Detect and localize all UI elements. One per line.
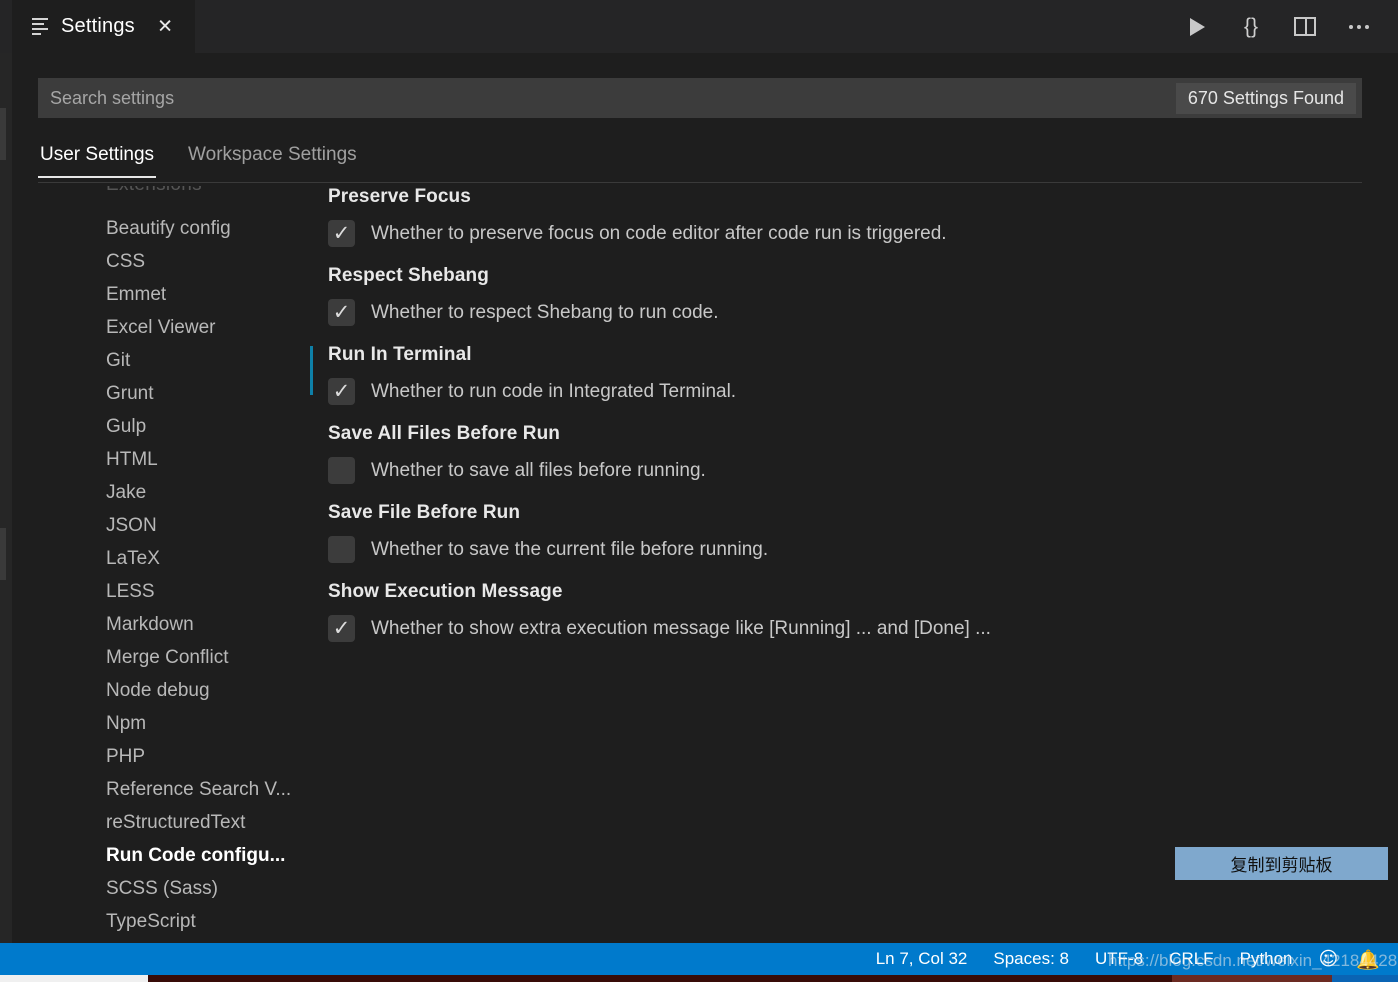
taskbar-segment: [1332, 975, 1398, 982]
settings-list[interactable]: Preserve Focus ✓ Whether to preserve focus…: [310, 186, 1370, 943]
setting-item: Show Execution Message ✓ Whether to show e…: [310, 581, 1370, 642]
sidebar-item[interactable]: TypeScript: [12, 905, 309, 938]
setting-title: Preserve Focus: [328, 186, 471, 207]
setting-title: Save All Files Before Run: [328, 423, 560, 444]
ellipsis-icon: [1349, 24, 1369, 29]
sidebar-item[interactable]: LaTeX: [12, 542, 309, 575]
check-icon: ✓: [332, 300, 351, 324]
tab-workspace-settings[interactable]: Workspace Settings: [186, 138, 359, 178]
setting-checkbox[interactable]: ✓: [328, 457, 355, 484]
os-taskbar: [0, 975, 1398, 982]
smiley-feedback-icon[interactable]: ☺: [1319, 948, 1339, 970]
setting-row: ✓ Whether to preserve focus on code edito…: [328, 220, 1370, 247]
split-editor-icon: [1294, 17, 1316, 36]
sidebar-item[interactable]: Jake: [12, 476, 309, 509]
setting-description: Whether to preserve focus on code editor…: [371, 222, 947, 244]
play-icon: [1189, 17, 1205, 36]
check-icon: ✓: [332, 616, 351, 640]
open-json-settings-button[interactable]: {}: [1236, 12, 1266, 42]
sidebar-item[interactable]: Grunt: [12, 377, 309, 410]
setting-item: Respect Shebang ✓ Whether to respect Sheba…: [310, 265, 1370, 326]
editor-tab-label: Settings: [61, 15, 135, 37]
status-language-mode[interactable]: Python: [1240, 949, 1293, 969]
setting-checkbox[interactable]: ✓: [328, 299, 355, 326]
editor-tab-settings[interactable]: Settings ✕: [12, 0, 195, 53]
sidebar-item[interactable]: Gulp: [12, 410, 309, 443]
setting-row: ✓ Whether to save the current file before…: [328, 536, 1370, 563]
setting-title: Save File Before Run: [328, 502, 521, 523]
setting-checkbox[interactable]: ✓: [328, 378, 355, 405]
setting-description: Whether to show extra execution message …: [371, 617, 991, 639]
search-input[interactable]: [38, 78, 1176, 118]
sidebar-item[interactable]: CSS: [12, 245, 309, 278]
settings-window: Settings ✕ {} 670 Settings Found U: [0, 0, 1398, 982]
setting-row: ✓ Whether to save all files before runnin…: [328, 457, 1370, 484]
sidebar-item[interactable]: Npm: [12, 707, 309, 740]
sidebar-item[interactable]: Beautify config: [12, 212, 309, 245]
sidebar-item[interactable]: Node debug: [12, 674, 309, 707]
settings-list-icon: [32, 18, 50, 36]
setting-description: Whether to respect Shebang to run code.: [371, 301, 719, 323]
close-icon[interactable]: ✕: [157, 17, 173, 36]
setting-title: Respect Shebang: [328, 265, 489, 286]
sidebar-item[interactable]: SCSS (Sass): [12, 872, 309, 905]
sidebar-item[interactable]: reStructuredText: [12, 806, 309, 839]
activity-bar-indicator: [0, 108, 6, 160]
sidebar-item[interactable]: Excel Viewer: [12, 311, 309, 344]
setting-item: Save All Files Before Run ✓ Whether to sav…: [310, 423, 1370, 484]
status-bar: Ln 7, Col 32 Spaces: 8 UTF-8 CRLF Python…: [0, 943, 1398, 975]
search-bar: 670 Settings Found: [38, 78, 1362, 118]
status-indentation[interactable]: Spaces: 8: [993, 949, 1069, 969]
check-icon: ✓: [332, 221, 351, 245]
sidebar-item[interactable]: PHP: [12, 740, 309, 773]
setting-description: Whether to run code in Integrated Termin…: [371, 380, 737, 402]
setting-item: Preserve Focus ✓ Whether to preserve focus…: [310, 186, 1370, 247]
sidebar-item[interactable]: Merge Conflict: [12, 641, 309, 674]
sidebar-item[interactable]: Markdown: [12, 608, 309, 641]
split-editor-button[interactable]: [1290, 12, 1320, 42]
status-cursor-position[interactable]: Ln 7, Col 32: [876, 949, 968, 969]
activity-bar: [0, 0, 12, 943]
sidebar-item[interactable]: Reference Search V...: [12, 773, 309, 806]
sidebar-item[interactable]: Run Code configu...: [12, 839, 309, 872]
sidebar-group-label: Extensions: [106, 186, 202, 196]
setting-item: Save File Before Run ✓ Whether to save the…: [310, 502, 1370, 563]
setting-row: ✓ Whether to show extra execution message…: [328, 615, 1370, 642]
setting-title: Run In Terminal: [328, 344, 472, 365]
more-actions-button[interactable]: [1344, 12, 1374, 42]
status-line-ending[interactable]: CRLF: [1169, 949, 1213, 969]
check-icon: ✓: [332, 379, 351, 403]
taskbar-segment: [1172, 975, 1332, 982]
sidebar-list: Beautify config CSS Emmet Excel Viewer Git Gr…: [12, 212, 309, 938]
setting-item: Run In Terminal ✓ Whether to run code in I…: [310, 344, 1370, 405]
run-code-button[interactable]: [1182, 12, 1212, 42]
sidebar-item[interactable]: LESS: [12, 575, 309, 608]
settings-scope-tabs: User Settings Workspace Settings: [38, 138, 1362, 183]
setting-title: Show Execution Message: [328, 581, 563, 602]
settings-found-badge: 670 Settings Found: [1175, 82, 1356, 114]
editor-actions: {}: [1182, 0, 1388, 53]
sidebar-item[interactable]: JSON: [12, 509, 309, 542]
bell-notifications-icon[interactable]: 🔔: [1356, 948, 1380, 971]
settings-category-sidebar[interactable]: Extensions Beautify configCSSEmmetExcel …: [12, 186, 309, 943]
setting-checkbox[interactable]: ✓: [328, 536, 355, 563]
title-bar: Settings ✕ {}: [0, 0, 1398, 53]
braces-icon: {}: [1243, 14, 1259, 38]
setting-row: ✓ Whether to run code in Integrated Termi…: [328, 378, 1370, 405]
tab-user-settings[interactable]: User Settings: [38, 138, 157, 178]
sidebar-item[interactable]: HTML: [12, 443, 309, 476]
setting-checkbox[interactable]: ✓: [328, 615, 355, 642]
sidebar-item[interactable]: Git: [12, 344, 309, 377]
setting-description: Whether to save the current file before …: [371, 538, 769, 560]
status-encoding[interactable]: UTF-8: [1095, 949, 1143, 969]
copy-to-clipboard-banner[interactable]: 复制到剪贴板: [1175, 847, 1388, 880]
setting-row: ✓ Whether to respect Shebang to run code.: [328, 299, 1370, 326]
activity-bar-indicator: [0, 528, 6, 580]
taskbar-segment: [0, 975, 148, 982]
setting-description: Whether to save all files before running…: [371, 459, 706, 481]
sidebar-item[interactable]: Emmet: [12, 278, 309, 311]
setting-checkbox[interactable]: ✓: [328, 220, 355, 247]
